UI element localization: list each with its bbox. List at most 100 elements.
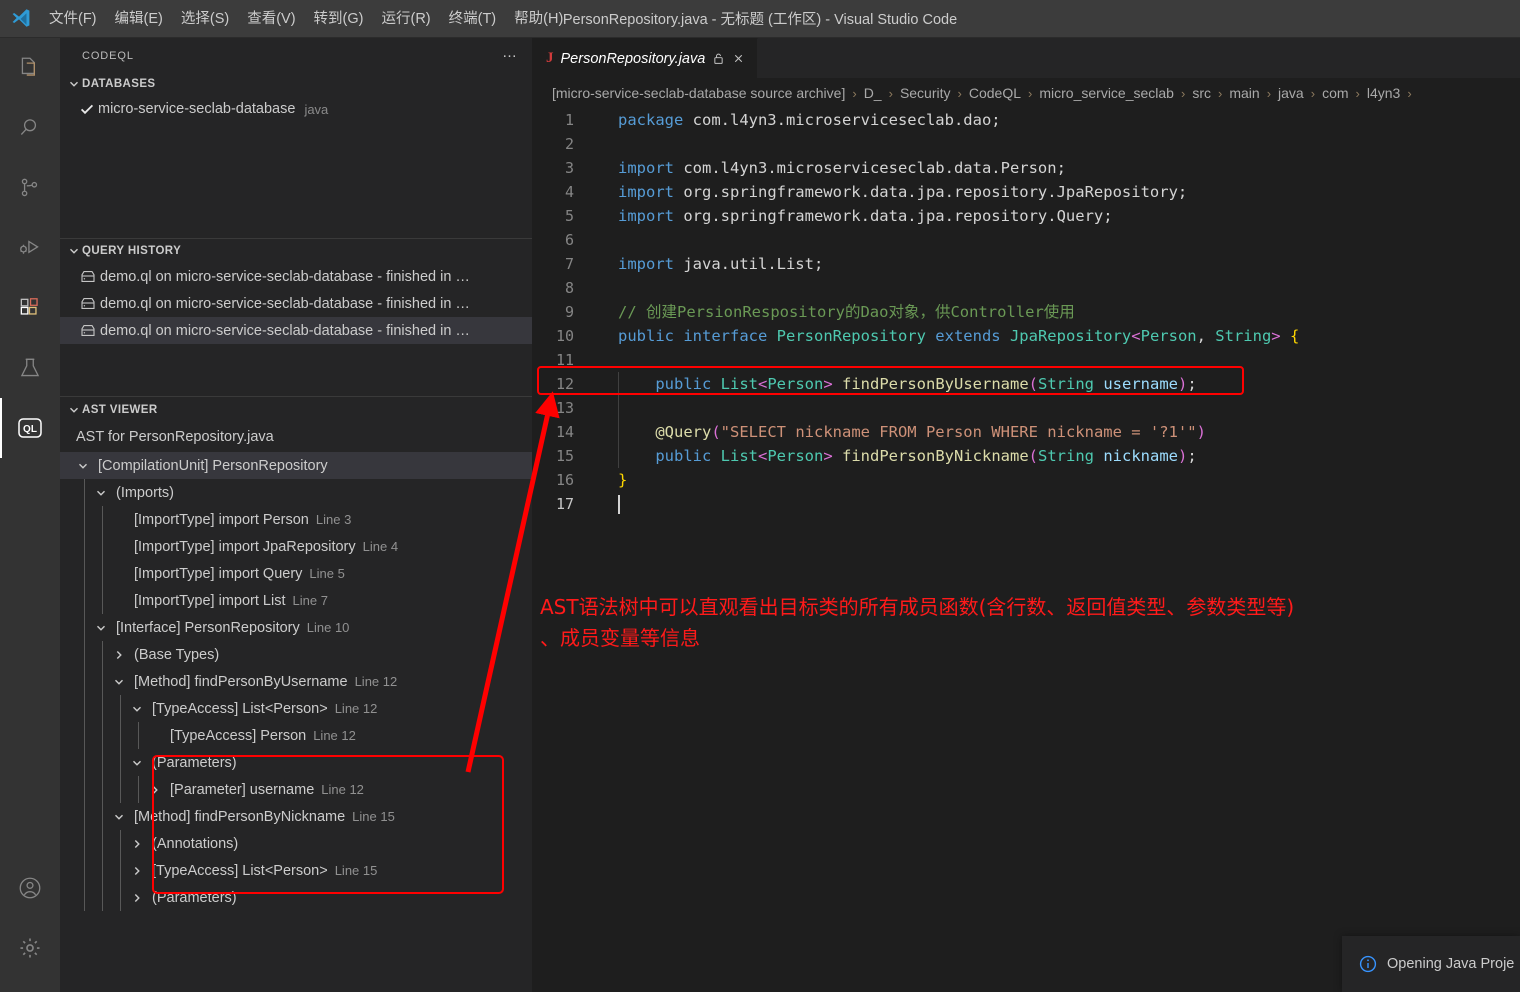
- code-token: ): [1177, 447, 1188, 465]
- code-line[interactable]: 12 public List<Person> findPersonByUsern…: [532, 372, 1520, 396]
- chevron-right-icon[interactable]: [110, 649, 128, 661]
- code-line[interactable]: 6: [532, 228, 1520, 252]
- menu-selection[interactable]: 选择(S): [172, 6, 238, 32]
- line-number: 16: [555, 471, 574, 489]
- code-line[interactable]: 8: [532, 276, 1520, 300]
- run-and-debug-icon[interactable]: [0, 218, 60, 278]
- chevron-right-icon[interactable]: [146, 784, 164, 796]
- breadcrumb-item[interactable]: micro_service_seclab: [1039, 85, 1174, 101]
- breadcrumb-item[interactable]: Security: [900, 85, 951, 101]
- code-line[interactable]: 9 // 创建PersionRespository的Dao对象，供Controll…: [532, 300, 1520, 324]
- tree-indent-guide: [138, 722, 139, 749]
- ast-tree-node[interactable]: (Parameters): [60, 749, 532, 776]
- ast-tree-node[interactable]: [Interface] PersonRepository Line 10: [60, 614, 532, 641]
- code-line[interactable]: 16}: [532, 468, 1520, 492]
- chevron-down-icon[interactable]: [110, 811, 128, 823]
- breadcrumb-item[interactable]: java: [1278, 85, 1304, 101]
- notification-toast[interactable]: Opening Java Proje: [1342, 936, 1520, 992]
- tree-indent-guide: [120, 857, 121, 884]
- code-line[interactable]: 17: [532, 492, 1520, 516]
- code-line[interactable]: 11: [532, 348, 1520, 372]
- ast-tree-node[interactable]: [TypeAccess] Person Line 12: [60, 722, 532, 749]
- breadcrumb-item[interactable]: [micro-service-seclab-database source ar…: [552, 85, 845, 101]
- close-icon[interactable]: [732, 52, 745, 65]
- code-line[interactable]: 10 public interface PersonRepository exte…: [532, 324, 1520, 348]
- tab-person-repository-java[interactable]: J PersonRepository.java: [532, 38, 759, 78]
- code-lines: 1 package com.l4yn3.microserviceseclab.da…: [532, 108, 1520, 516]
- chevron-down-icon[interactable]: [92, 487, 110, 499]
- menu-run[interactable]: 运行(R): [372, 6, 439, 32]
- code-line[interactable]: 15 public List<Person> findPersonByNickn…: [532, 444, 1520, 468]
- breadcrumb-item[interactable]: D_: [864, 85, 882, 101]
- source-control-branch-icon[interactable]: [0, 158, 60, 218]
- chevron-down-icon[interactable]: [92, 622, 110, 634]
- code-line[interactable]: 4 import org.springframework.data.jpa.rep…: [532, 180, 1520, 204]
- breadcrumb-item[interactable]: CodeQL: [969, 85, 1021, 101]
- breadcrumb-item[interactable]: src: [1192, 85, 1211, 101]
- ast-tree-node[interactable]: [Parameter] username Line 12: [60, 776, 532, 803]
- code-line[interactable]: 3 import com.l4yn3.microserviceseclab.dat…: [532, 156, 1520, 180]
- menu-file[interactable]: 文件(F): [40, 6, 106, 32]
- ast-tree-node[interactable]: [ImportType] import JpaRepository Line 4: [60, 533, 532, 560]
- database-item[interactable]: micro-service-seclab-database java: [60, 95, 532, 123]
- code-line[interactable]: 1 package com.l4yn3.microserviceseclab.da…: [532, 108, 1520, 132]
- query-history-item-selected[interactable]: demo.ql on micro-service-seclab-database…: [60, 317, 532, 344]
- ast-tree-node[interactable]: [Method] findPersonByNickname Line 15: [60, 803, 532, 830]
- tree-indent-guide: [84, 479, 85, 506]
- ast-tree-node[interactable]: [ImportType] import List Line 7: [60, 587, 532, 614]
- chevron-down-icon[interactable]: [110, 676, 128, 688]
- account-icon[interactable]: [0, 858, 60, 918]
- menu-view[interactable]: 查看(V): [238, 6, 304, 32]
- query-history-item[interactable]: demo.ql on micro-service-seclab-database…: [60, 290, 532, 317]
- breadcrumb-item[interactable]: l4yn3: [1367, 85, 1400, 101]
- ast-tree-node[interactable]: [CompilationUnit] PersonRepository: [60, 452, 532, 479]
- code-line[interactable]: 14 @Query("SELECT nickname FROM Person W…: [532, 420, 1520, 444]
- ast-tree-node[interactable]: [ImportType] import Query Line 5: [60, 560, 532, 587]
- ast-tree-node[interactable]: (Imports): [60, 479, 532, 506]
- tree-indent-guide: [102, 776, 103, 803]
- code-line[interactable]: 2: [532, 132, 1520, 156]
- breadcrumb-item[interactable]: main: [1229, 85, 1259, 101]
- code-line[interactable]: 13: [532, 396, 1520, 420]
- menu-edit[interactable]: 编辑(E): [106, 6, 172, 32]
- lock-icon[interactable]: [712, 52, 725, 65]
- codeql-icon[interactable]: QL: [0, 398, 60, 458]
- ast-tree-node[interactable]: (Base Types): [60, 641, 532, 668]
- tree-indent-guide: [102, 749, 103, 776]
- search-icon[interactable]: [0, 98, 60, 158]
- code-token: public: [655, 447, 721, 465]
- testing-beaker-icon[interactable]: [0, 338, 60, 398]
- settings-gear-icon[interactable]: [0, 918, 60, 978]
- chevron-down-icon[interactable]: [128, 703, 146, 715]
- chevron-down-icon[interactable]: [74, 460, 92, 472]
- code-line[interactable]: 5 import org.springframework.data.jpa.rep…: [532, 204, 1520, 228]
- explorer-files-icon[interactable]: [0, 38, 60, 98]
- sidebar-more-actions-button[interactable]: …: [502, 45, 518, 63]
- section-header-query-history[interactable]: QUERY HISTORY: [60, 238, 532, 263]
- code-token: interface: [683, 327, 777, 345]
- menu-go[interactable]: 转到(G): [305, 6, 373, 32]
- ast-tree-node[interactable]: [Method] findPersonByUsername Line 12: [60, 668, 532, 695]
- chevron-right-icon[interactable]: [128, 865, 146, 877]
- query-history-label: demo.ql on micro-service-seclab-database…: [100, 268, 470, 285]
- code-editor[interactable]: 1 package com.l4yn3.microserviceseclab.da…: [532, 108, 1520, 992]
- breadcrumb-item[interactable]: com: [1322, 85, 1348, 101]
- ast-tree-node[interactable]: [TypeAccess] List<Person> Line 15: [60, 857, 532, 884]
- menu-terminal[interactable]: 终端(T): [440, 6, 506, 32]
- chevron-down-icon[interactable]: [128, 757, 146, 769]
- ast-tree-node[interactable]: [ImportType] import Person Line 3: [60, 506, 532, 533]
- code-line[interactable]: 7 import java.util.List;: [532, 252, 1520, 276]
- chevron-right-icon[interactable]: [128, 838, 146, 850]
- section-header-ast-viewer[interactable]: AST VIEWER: [60, 396, 532, 422]
- chevron-right-icon[interactable]: [128, 892, 146, 904]
- extensions-icon[interactable]: [0, 278, 60, 338]
- ast-tree: [CompilationUnit] PersonRepository (Impor…: [60, 452, 532, 911]
- menu-help[interactable]: 帮助(H): [505, 6, 572, 32]
- tree-indent-guide: [84, 614, 85, 641]
- ast-tree-node[interactable]: (Annotations): [60, 830, 532, 857]
- section-header-databases[interactable]: DATABASES: [60, 73, 532, 95]
- ast-tree-node[interactable]: [TypeAccess] List<Person> Line 12: [60, 695, 532, 722]
- breadcrumb-separator-icon: ›: [1180, 85, 1186, 101]
- ast-tree-node[interactable]: (Parameters): [60, 884, 532, 911]
- query-history-item[interactable]: demo.ql on micro-service-seclab-database…: [60, 263, 532, 290]
